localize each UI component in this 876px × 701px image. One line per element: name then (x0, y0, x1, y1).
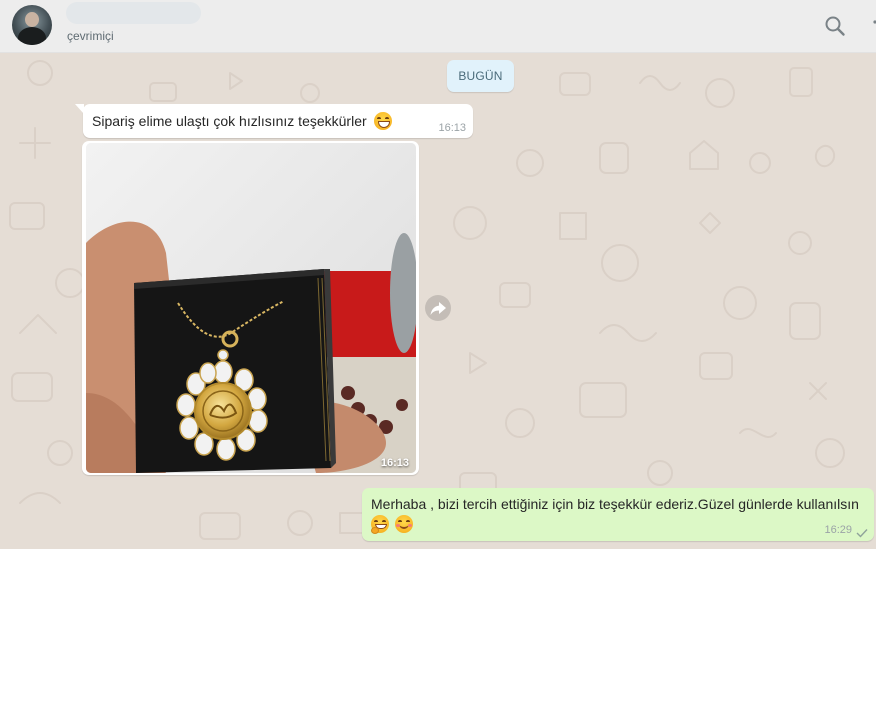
message-time: 16:13 (380, 457, 409, 469)
message-text: Sipariş elime ulaştı çok hızlısınız teşe… (92, 113, 367, 129)
chat-panel[interactable]: BUGÜN Sipariş elime ulaştı çok hızlısını… (0, 53, 876, 549)
message-photo[interactable]: 16:13 (86, 143, 416, 473)
contact-status: çevrimiçi (67, 29, 114, 43)
grinning-face-icon (373, 112, 392, 130)
avatar-head (25, 12, 39, 27)
empty-area (0, 549, 876, 701)
contact-name-redacted[interactable] (66, 2, 201, 24)
message-time: 16:29 (824, 524, 852, 536)
pendant-photo-image (86, 143, 416, 473)
message-text: Merhaba , bizi tercih ettiğiniz için biz… (371, 496, 859, 512)
incoming-message[interactable]: Sipariş elime ulaştı çok hızlısınız teşe… (75, 104, 473, 138)
search-icon[interactable] (822, 13, 848, 39)
menu-icon[interactable] (870, 18, 876, 34)
bubble-tail (75, 104, 84, 114)
outgoing-message[interactable]: Merhaba , bizi tercih ettiğiniz için biz… (362, 488, 874, 541)
hugging-face-icon (371, 515, 389, 534)
forward-icon[interactable] (425, 295, 451, 321)
date-divider: BUGÜN (447, 60, 514, 92)
smiling-face-icon (395, 515, 414, 533)
avatar-shoulders (18, 27, 46, 45)
contact-avatar[interactable] (12, 5, 52, 45)
sent-check-icon (856, 525, 868, 538)
message-time: 16:13 (438, 122, 466, 134)
image-message[interactable]: 16:13 (82, 141, 419, 475)
chat-header: çevrimiçi (0, 0, 876, 53)
